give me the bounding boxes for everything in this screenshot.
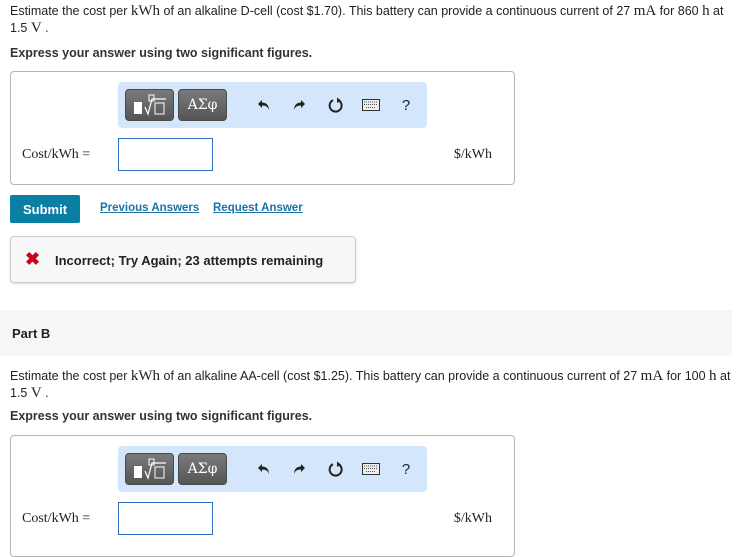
part-a-instruction: Express your answer using two significan… <box>10 46 313 60</box>
question-text: . <box>41 21 49 35</box>
unit-kwh: kWh <box>130 3 161 19</box>
question-text: of an alkaline D-cell (cost $1.70). This… <box>160 4 634 18</box>
undo-icon <box>258 100 269 110</box>
part-b-instruction: Express your answer using two significan… <box>10 409 313 423</box>
part-b-header[interactable]: Part B <box>0 310 732 356</box>
redo-button[interactable] <box>288 94 310 116</box>
feedback-message: Incorrect; Try Again; 23 attempts remain… <box>55 253 324 268</box>
greek-symbols-button[interactable]: ΑΣφ <box>178 89 227 121</box>
help-icon: ? <box>401 460 411 478</box>
answer-label: Cost/kWh = <box>22 511 91 526</box>
greek-label: ΑΣφ <box>187 97 218 113</box>
part-b-title: Part B <box>12 326 51 341</box>
answer-label: Cost/kWh = <box>22 147 91 162</box>
question-text: for 860 <box>656 4 703 18</box>
redo-button[interactable] <box>288 458 310 480</box>
templates-radical-icon <box>133 458 166 480</box>
templates-radical-icon <box>133 94 166 116</box>
incorrect-x-icon: ✖ <box>25 249 41 269</box>
unit-ma: mA <box>633 3 657 19</box>
undo-button[interactable] <box>253 94 275 116</box>
feedback-incorrect: ✖ Incorrect; Try Again; 23 attempts rema… <box>10 236 356 283</box>
question-text: for 100 <box>663 369 710 383</box>
question-text: Estimate the cost per <box>10 4 131 18</box>
help-button[interactable]: ? <box>395 458 417 480</box>
part-a-answer-box: ΑΣφ ? Cost/kWh = $/kWh <box>10 71 515 185</box>
previous-answers-link[interactable]: Previous Answers <box>100 202 199 214</box>
part-b-question: Estimate the cost per kWh of an alkaline… <box>10 368 735 402</box>
templates-button[interactable] <box>125 453 174 485</box>
answer-input[interactable] <box>118 138 213 171</box>
unit-h: h <box>702 3 710 19</box>
unit-ma: mA <box>640 368 664 384</box>
unit-h: h <box>709 368 717 384</box>
reset-icon <box>328 461 343 477</box>
request-answer-link[interactable]: Request Answer <box>213 202 303 214</box>
reset-button[interactable] <box>325 94 347 116</box>
question-text: of an alkaline AA-cell (cost $1.25). Thi… <box>160 369 641 383</box>
undo-icon <box>258 464 269 474</box>
unit-v: V <box>30 385 42 401</box>
redo-icon <box>294 464 305 474</box>
help-button[interactable]: ? <box>395 94 417 116</box>
math-toolbar: ΑΣφ ? <box>118 82 427 128</box>
submit-button[interactable]: Submit <box>10 195 80 223</box>
answer-unit: $/kWh <box>453 147 492 162</box>
keyboard-icon <box>362 99 380 111</box>
answer-input[interactable] <box>118 502 213 535</box>
math-toolbar: ΑΣφ ? <box>118 446 427 492</box>
part-a-question: Estimate the cost per kWh of an alkaline… <box>10 3 735 37</box>
unit-v: V <box>30 20 42 36</box>
help-icon: ? <box>401 96 411 114</box>
question-text: Estimate the cost per <box>10 369 131 383</box>
greek-symbols-button[interactable]: ΑΣφ <box>178 453 227 485</box>
templates-button[interactable] <box>125 89 174 121</box>
keyboard-icon <box>362 463 380 475</box>
reset-icon <box>328 97 343 113</box>
redo-icon <box>294 100 305 110</box>
undo-button[interactable] <box>253 458 275 480</box>
keyboard-button[interactable] <box>360 94 382 116</box>
unit-kwh: kWh <box>130 368 161 384</box>
reset-button[interactable] <box>325 458 347 480</box>
keyboard-button[interactable] <box>360 458 382 480</box>
answer-unit: $/kWh <box>453 511 492 526</box>
question-text: . <box>41 386 49 400</box>
greek-label: ΑΣφ <box>187 461 218 477</box>
part-b-answer-box: ΑΣφ ? Cost/kWh = $/kWh <box>10 435 515 557</box>
